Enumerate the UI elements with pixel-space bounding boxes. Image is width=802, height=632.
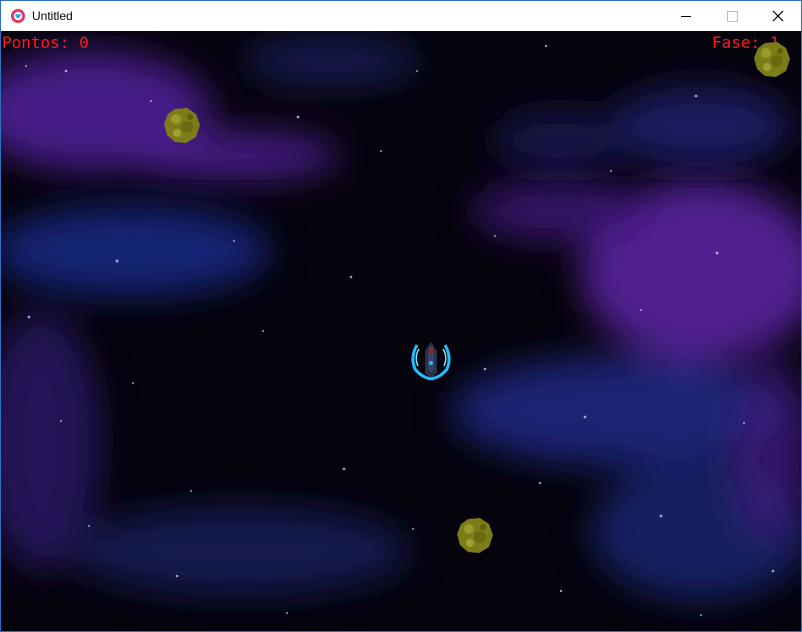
maximize-icon	[727, 11, 738, 22]
close-button[interactable]	[755, 1, 801, 31]
player-ship	[411, 342, 451, 381]
title-bar[interactable]: Untitled	[1, 1, 801, 31]
space-background	[1, 31, 801, 631]
app-icon	[11, 9, 25, 23]
close-icon	[772, 10, 784, 22]
window-title: Untitled	[32, 9, 73, 23]
app-window: Untitled Pontos: 0 Fase: 1	[0, 0, 802, 632]
maximize-button[interactable]	[709, 1, 755, 31]
asteroid	[164, 108, 200, 143]
game-canvas[interactable]: Pontos: 0 Fase: 1	[1, 31, 801, 631]
score-label: Pontos: 0	[2, 33, 89, 52]
asteroid	[754, 42, 790, 77]
minimize-button[interactable]	[663, 1, 709, 31]
minimize-icon	[681, 16, 691, 17]
asteroid	[457, 518, 493, 553]
